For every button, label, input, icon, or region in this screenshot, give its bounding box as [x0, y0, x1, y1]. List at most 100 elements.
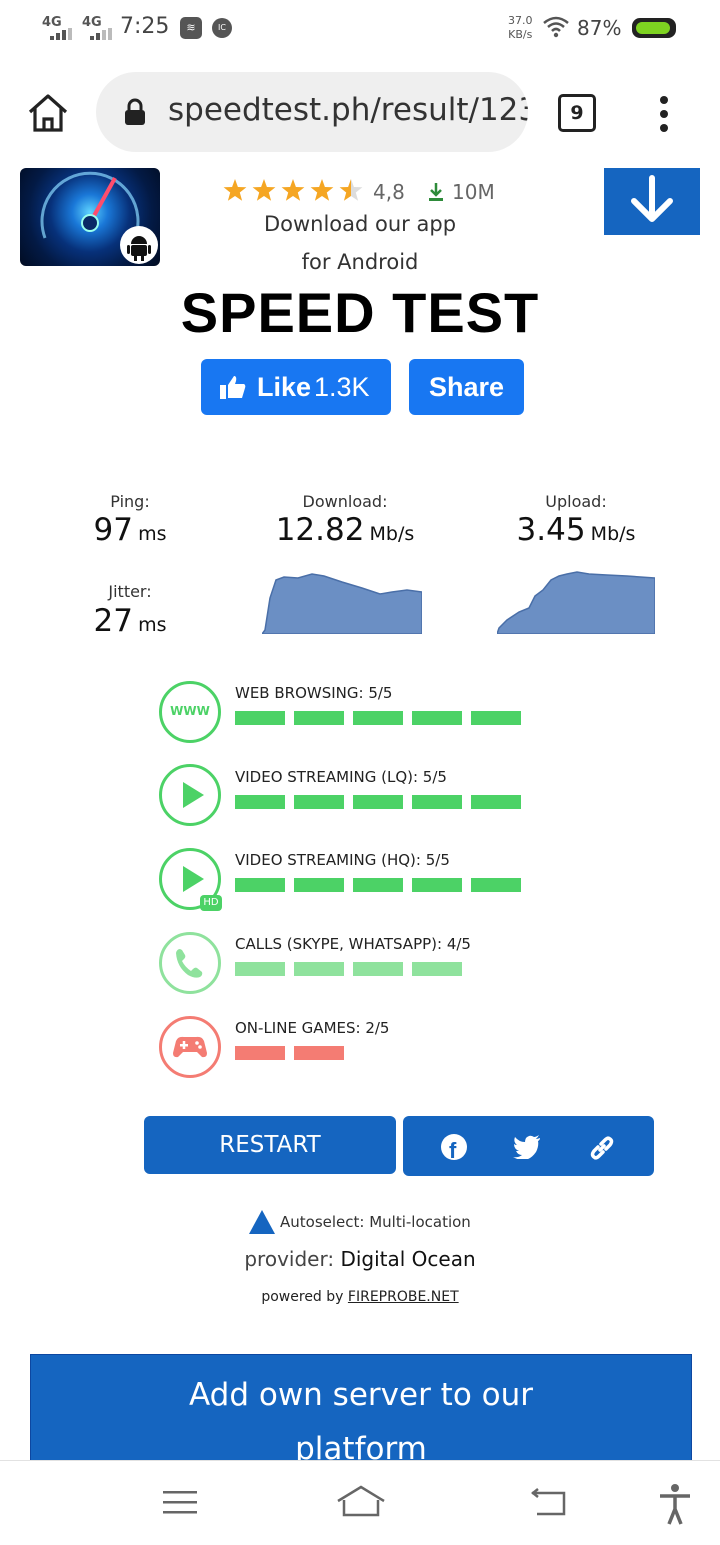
promo-line-2: for Android — [301, 250, 419, 274]
twitter-icon[interactable] — [513, 1135, 541, 1159]
gamepad-icon — [159, 1016, 221, 1078]
triangle-icon — [249, 1210, 275, 1234]
app-thumbnail[interactable] — [20, 168, 160, 266]
restart-button[interactable]: RESTART — [144, 1116, 396, 1174]
star-rating — [222, 178, 370, 204]
quality-bar — [294, 878, 344, 892]
home-icon[interactable] — [26, 92, 70, 134]
lock-icon — [125, 98, 145, 125]
upload-label: Upload: — [545, 492, 607, 511]
tab-switcher-button[interactable]: 9 — [558, 94, 596, 132]
provider-name: Digital Ocean — [340, 1247, 476, 1271]
promo-line-1: Download our app — [263, 212, 457, 236]
quality-bar — [235, 795, 285, 809]
download-count: 10M — [452, 180, 495, 204]
quality-bar — [235, 962, 285, 976]
download-unit: Mb/s — [369, 523, 415, 545]
ping-unit: ms — [138, 523, 167, 545]
network-speed: 37.0 KB/s — [508, 14, 533, 42]
thumbs-up-icon — [220, 376, 246, 399]
page-title: SPEED TEST — [180, 281, 540, 344]
app-download-button[interactable] — [604, 168, 700, 235]
quality-bar — [235, 711, 285, 725]
status-bar: 4G 4G 7:25 ≋ IC 37.0 KB/s 87% — [0, 0, 720, 58]
quality-bar — [294, 1046, 344, 1060]
url-text: speedtest.ph/result/123 — [168, 92, 528, 128]
star — [339, 179, 363, 201]
clock: 7:25 — [120, 14, 170, 39]
provider-line: provider: Digital Ocean — [0, 1247, 720, 1271]
rating-value: 4,8 — [373, 180, 405, 204]
download-graph — [262, 573, 422, 634]
quality-bar — [235, 1046, 285, 1060]
upload-value: 3.45 — [516, 512, 586, 548]
arrow-down-icon — [631, 175, 673, 222]
ping-result: 97 ms — [70, 512, 190, 548]
quality-bars-video-hq — [235, 878, 535, 892]
download-label: Download: — [302, 492, 388, 511]
autoselect-text[interactable]: Autoselect: Multi-location — [280, 1213, 471, 1231]
quality-bars-web — [235, 711, 535, 725]
overflow-menu-icon[interactable] — [658, 96, 670, 134]
facebook-icon[interactable]: f — [441, 1134, 467, 1163]
quality-bar — [235, 878, 285, 892]
quality-bar — [412, 878, 462, 892]
quality-bar — [294, 795, 344, 809]
quality-label-calls: CALLS (SKYPE, WHATSAPP): 4/5 — [235, 935, 471, 953]
download-result: 12.82 Mb/s — [245, 512, 445, 548]
upload-unit: Mb/s — [590, 523, 636, 545]
jitter-result: 27 ms — [70, 603, 190, 639]
provider-label: provider: — [244, 1247, 335, 1271]
phone-icon — [159, 932, 221, 994]
signal-1-icon — [50, 28, 72, 40]
star — [310, 179, 334, 201]
quality-bar — [471, 878, 521, 892]
home-nav-icon[interactable] — [336, 1485, 386, 1519]
fireprobe-link[interactable]: FIREPROBE.NET — [348, 1289, 459, 1305]
facebook-like-button[interactable]: Like 1.3K — [201, 359, 391, 415]
quality-bar — [471, 711, 521, 725]
jitter-value: 27 — [93, 603, 133, 639]
signal-2-icon — [90, 28, 112, 40]
battery-percent: 87% — [577, 16, 622, 40]
quality-bars-calls — [235, 962, 535, 976]
quality-bars-video-lq — [235, 795, 535, 809]
like-count: 1.3K — [314, 372, 370, 402]
quality-bar — [412, 962, 462, 976]
link-icon[interactable] — [588, 1134, 616, 1162]
menu-icon[interactable] — [162, 1487, 198, 1517]
quality-bar — [353, 878, 403, 892]
download-small-icon — [429, 183, 443, 201]
banner-line-1: Add own server to our — [188, 1377, 533, 1413]
network-speed-unit: KB/s — [508, 28, 533, 41]
quality-label-video-lq: VIDEO STREAMING (LQ): 5/5 — [235, 768, 447, 786]
wifi-icon — [543, 16, 569, 38]
play-icon — [159, 764, 221, 826]
battery-icon — [632, 18, 676, 38]
notification-badge: IC — [212, 18, 232, 38]
share-bar: f — [403, 1116, 654, 1176]
powered-by-line: powered by FIREPROBE.NET — [0, 1289, 720, 1305]
upload-result: 3.45 Mb/s — [476, 512, 676, 548]
banner-line-2: platform — [295, 1431, 427, 1462]
quality-bar — [353, 962, 403, 976]
star — [252, 179, 276, 201]
ping-label: Ping: — [110, 492, 150, 511]
quality-label-video-hq: VIDEO STREAMING (HQ): 5/5 — [235, 851, 450, 869]
android-icon — [120, 226, 158, 264]
stars-icon — [223, 179, 363, 201]
quality-bars-games — [235, 1046, 535, 1060]
address-bar[interactable]: speedtest.ph/result/123 — [96, 72, 528, 152]
star — [223, 179, 247, 201]
jitter-label: Jitter: — [108, 582, 152, 601]
quality-bar — [353, 711, 403, 725]
upload-graph — [497, 571, 655, 634]
facebook-share-button[interactable]: Share — [409, 359, 524, 415]
hd-badge: HD — [200, 895, 222, 911]
add-server-banner[interactable]: Add own server to our platform — [30, 1354, 692, 1462]
quality-bar — [471, 795, 521, 809]
accessibility-icon[interactable] — [657, 1483, 693, 1525]
ping-value: 97 — [93, 512, 133, 548]
quality-bar — [294, 711, 344, 725]
back-icon[interactable] — [530, 1487, 568, 1517]
